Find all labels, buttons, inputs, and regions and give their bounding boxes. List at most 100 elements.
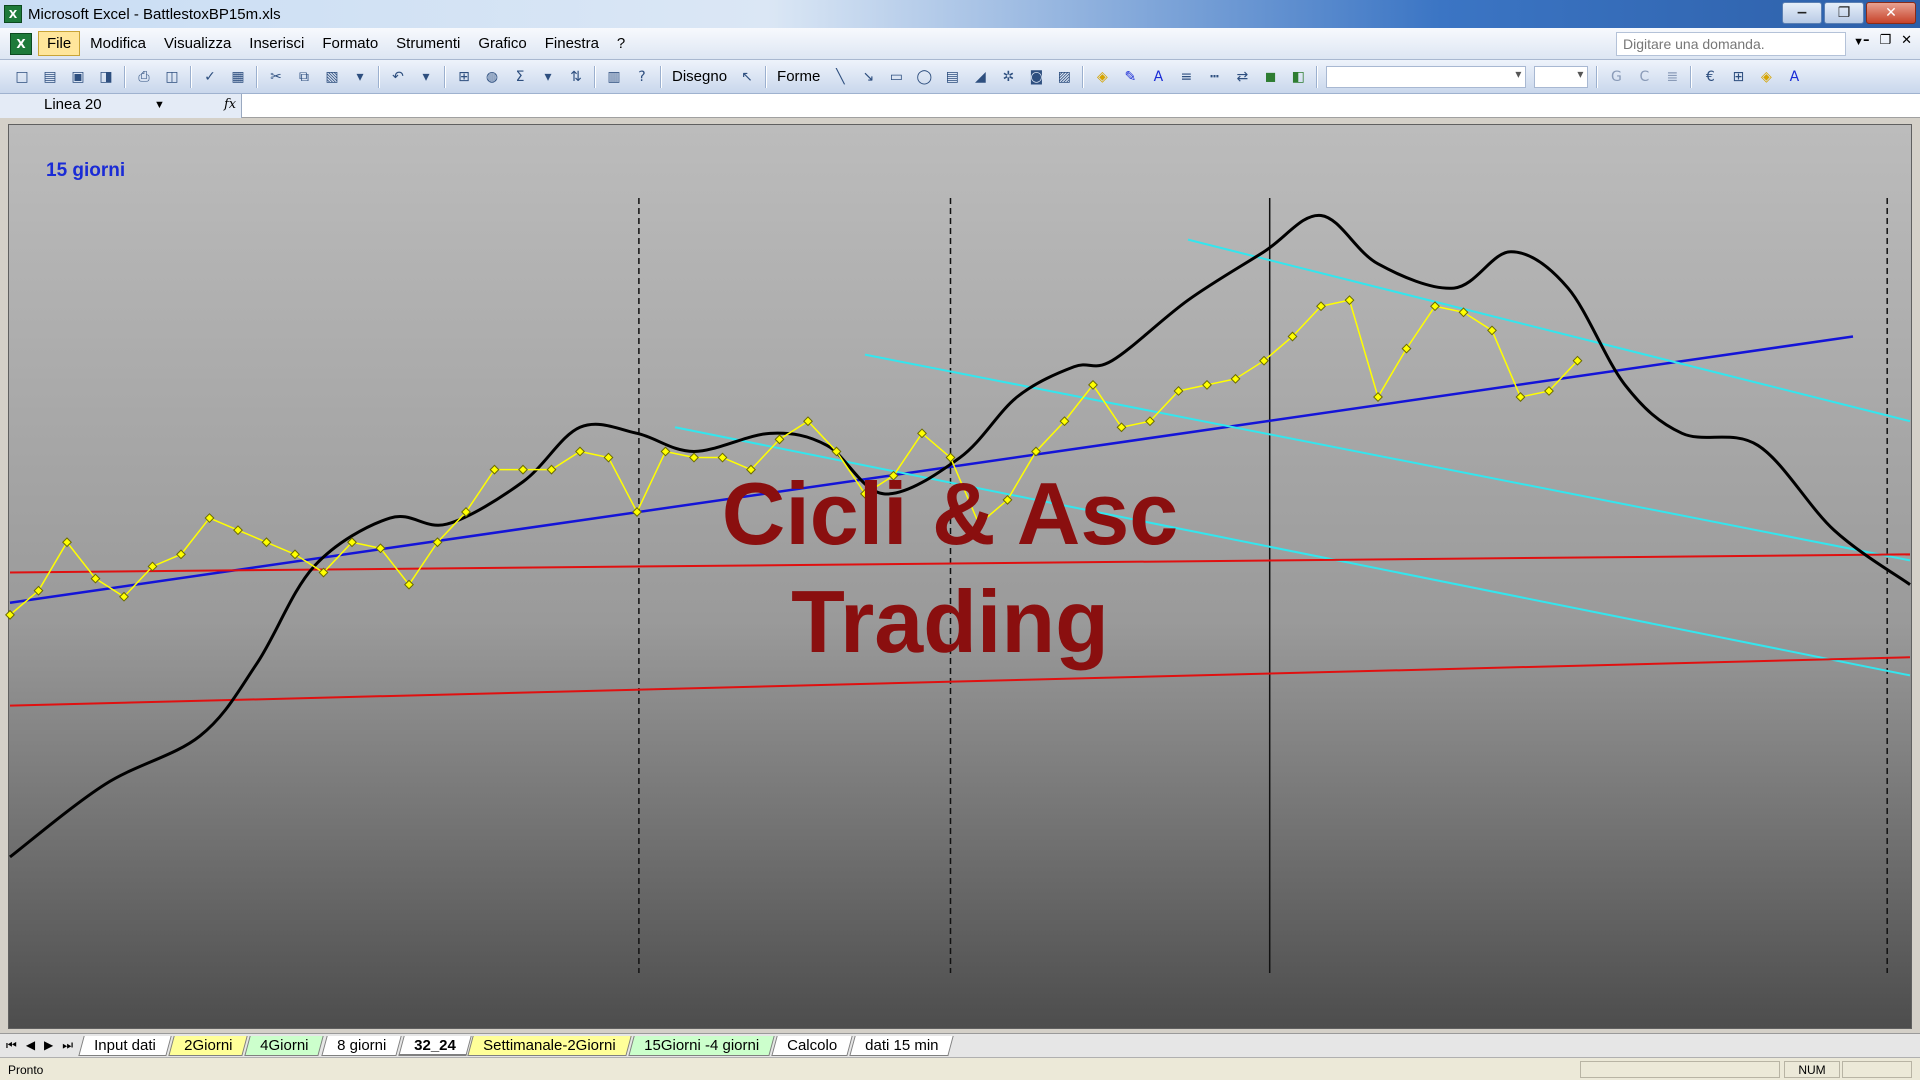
toolbar: □ ▤ ▣ ◨ ⎙ ◫ ✓ ▦ ✂ ⧉ ▧ ▾ ↶ ▾ ⊞ ◍ Σ ▾ ⇅ ▥ … xyxy=(0,60,1920,94)
rectangle-tool-icon[interactable]: ▭ xyxy=(884,65,908,89)
price-marker xyxy=(1116,422,1127,433)
sheet-tab[interactable]: 15Giorni -4 giorni xyxy=(628,1035,775,1056)
sheet-tab[interactable]: dati 15 min xyxy=(849,1035,955,1056)
workbook-restore-icon[interactable]: ❐ xyxy=(1879,33,1891,48)
sheet-tab-label: dati 15 min xyxy=(865,1036,939,1054)
font-name-combo[interactable]: ▾ xyxy=(1326,65,1527,88)
sheet-tab[interactable]: Calcolo xyxy=(771,1035,853,1056)
help-search-input[interactable]: Digitare una domanda. xyxy=(1616,32,1846,56)
sheet-tab[interactable]: 4Giorni xyxy=(244,1035,325,1056)
oval-tool-icon[interactable]: ◯ xyxy=(912,65,936,89)
menu-visualizza[interactable]: Visualizza xyxy=(156,32,239,55)
excel-icon[interactable]: X xyxy=(4,5,22,23)
shadow-icon[interactable]: ◼ xyxy=(1258,65,1282,89)
menu-formato[interactable]: Formato xyxy=(314,32,386,55)
text-color-icon[interactable]: A xyxy=(1782,65,1806,89)
globe-icon[interactable]: ◍ xyxy=(480,65,504,89)
highlight-icon[interactable]: ◈ xyxy=(1754,65,1778,89)
menu-help[interactable]: ? xyxy=(609,32,633,55)
clipart-icon[interactable]: ◙ xyxy=(1024,65,1048,89)
dash-style-icon[interactable]: ┅ xyxy=(1202,65,1226,89)
last-sheet-icon[interactable]: ⏭ xyxy=(62,1038,73,1053)
align-icon[interactable]: ≣ xyxy=(1660,65,1684,89)
font-size-combo[interactable]: ▾ xyxy=(1534,65,1589,88)
prev-sheet-icon[interactable]: ◀ xyxy=(26,1038,35,1053)
arrow-style-icon[interactable]: ⇄ xyxy=(1230,65,1254,89)
copy-icon[interactable]: ⧉ xyxy=(292,65,316,89)
sheet-tab-label: Input dati xyxy=(94,1036,156,1054)
price-marker xyxy=(489,464,500,475)
3d-style-icon[interactable]: ◧ xyxy=(1286,65,1310,89)
save-icon[interactable]: ▣ xyxy=(66,65,90,89)
menu-strumenti[interactable]: Strumenti xyxy=(388,32,468,55)
open-folder-icon[interactable]: ▤ xyxy=(38,65,62,89)
sort-icon[interactable]: ⇅ xyxy=(564,65,588,89)
num-lock-indicator: NUM xyxy=(1784,1061,1840,1078)
menu-grafico[interactable]: Grafico xyxy=(470,32,534,55)
sheet-tab-bar: ⏮ ◀ ▶ ⏭ Input dati 2Giorni 4Giorni 8 giorni… xyxy=(0,1033,1920,1057)
sheet-tab[interactable]: 8 giorni xyxy=(320,1035,402,1056)
chart-timeframe-label[interactable]: 15 giorni xyxy=(46,160,125,182)
close-icon[interactable]: ✕ xyxy=(1866,2,1916,24)
cut-icon[interactable]: ✂ xyxy=(264,65,288,89)
sheet-tab-label: 4Giorni xyxy=(260,1036,309,1054)
line-color-icon[interactable]: ✎ xyxy=(1118,65,1142,89)
status-text: Pronto xyxy=(8,1063,44,1077)
insert-hyperlink-icon[interactable]: ⊞ xyxy=(452,65,476,89)
line-style-icon[interactable]: ≡ xyxy=(1174,65,1198,89)
arrow-tool-icon[interactable]: ↘ xyxy=(856,65,880,89)
wordart-icon[interactable]: ◢ xyxy=(968,65,992,89)
diagram-icon[interactable]: ✲ xyxy=(996,65,1020,89)
permission-icon[interactable]: ◨ xyxy=(94,65,118,89)
workbook-minimize-icon[interactable]: – xyxy=(1863,33,1870,48)
paste-icon[interactable]: ▧ xyxy=(320,65,344,89)
next-sheet-icon[interactable]: ▶ xyxy=(44,1038,53,1053)
picture-icon[interactable]: ▨ xyxy=(1052,65,1076,89)
fill-color-icon[interactable]: ◈ xyxy=(1090,65,1114,89)
fx-icon[interactable]: fx xyxy=(224,97,236,112)
sheet-tab-label: Settimanale-2Giorni xyxy=(483,1036,617,1054)
sheet-tab[interactable]: Input dati xyxy=(78,1035,172,1056)
paste-dropdown-icon[interactable]: ▾ xyxy=(348,65,372,89)
price-marker xyxy=(1401,343,1412,354)
restore-icon[interactable]: ❐ xyxy=(1824,2,1864,24)
textbox-tool-icon[interactable]: ▤ xyxy=(940,65,964,89)
chart-wizard-icon[interactable]: ▥ xyxy=(602,65,626,89)
menu-file[interactable]: File xyxy=(38,31,81,56)
workbook-close-icon[interactable]: ✕ xyxy=(1901,33,1912,48)
spelling-icon[interactable]: ✓ xyxy=(198,65,222,89)
undo-dropdown-icon[interactable]: ▾ xyxy=(414,65,438,89)
currency-icon[interactable]: € xyxy=(1698,65,1722,89)
workbook-icon[interactable]: X xyxy=(10,32,32,55)
first-sheet-icon[interactable]: ⏮ xyxy=(6,1038,17,1053)
drawing-menu-button[interactable]: Disegno xyxy=(672,68,727,85)
menu-finestra[interactable]: Finestra xyxy=(537,32,607,55)
autosum-icon[interactable]: Σ xyxy=(508,65,532,89)
sheet-tab-label: 8 giorni xyxy=(336,1036,386,1054)
italic-icon[interactable]: C xyxy=(1632,65,1656,89)
name-box[interactable]: Linea 20 xyxy=(0,94,242,118)
new-file-icon[interactable]: □ xyxy=(10,65,34,89)
help-icon[interactable]: ? xyxy=(630,65,654,89)
sheet-tab[interactable]: Settimanale-2Giorni xyxy=(467,1035,632,1056)
menu-inserisci[interactable]: Inserisci xyxy=(241,32,312,55)
undo-icon[interactable]: ↶ xyxy=(386,65,410,89)
minimize-icon[interactable]: − xyxy=(1782,2,1822,24)
name-box-dropdown-icon[interactable]: ▼ xyxy=(154,99,165,111)
select-objects-icon[interactable]: ↖ xyxy=(735,65,759,89)
price-marker xyxy=(1202,379,1212,390)
print-icon[interactable]: ⎙ xyxy=(132,65,156,89)
price-marker xyxy=(575,446,585,457)
line-tool-icon[interactable]: ╲ xyxy=(828,65,852,89)
print-preview-icon[interactable]: ◫ xyxy=(160,65,184,89)
font-color-icon[interactable]: A xyxy=(1146,65,1170,89)
autoshapes-menu-button[interactable]: Forme xyxy=(777,68,820,85)
sheet-tab[interactable]: 2Giorni xyxy=(168,1035,248,1056)
sheet-tab[interactable]: 32_24 xyxy=(398,1035,472,1056)
borders-icon[interactable]: ⊞ xyxy=(1726,65,1750,89)
sheet-tab-label: 2Giorni xyxy=(183,1036,233,1054)
autosum-dropdown-icon[interactable]: ▾ xyxy=(536,65,560,89)
menu-modifica[interactable]: Modifica xyxy=(82,32,154,55)
bold-icon[interactable]: G xyxy=(1604,65,1628,89)
research-icon[interactable]: ▦ xyxy=(226,65,250,89)
